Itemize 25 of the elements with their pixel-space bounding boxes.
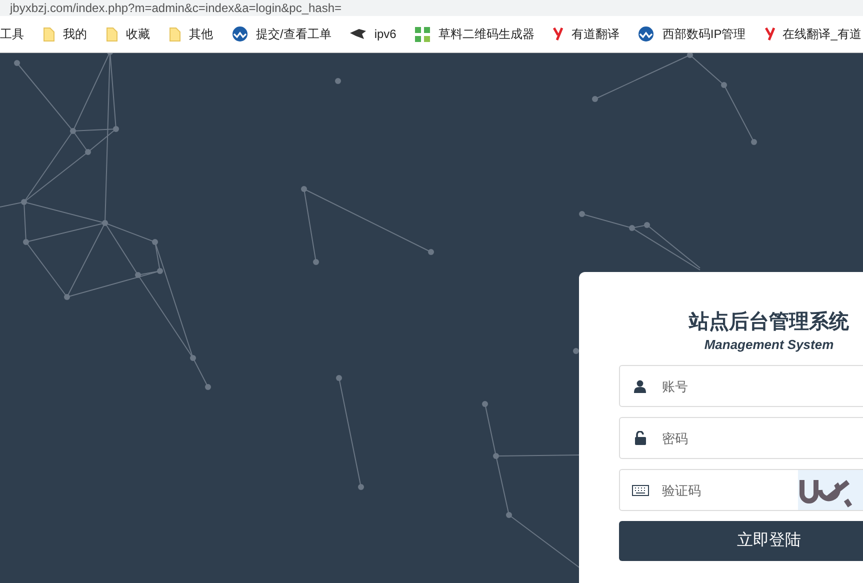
folder-icon: [43, 26, 55, 42]
y-logo-icon: [764, 27, 775, 41]
bookmark-item[interactable]: 有道翻译: [553, 25, 620, 43]
bookmark-item[interactable]: 工具: [0, 25, 24, 43]
bookmark-item[interactable]: 西部数码IP管理: [638, 25, 746, 43]
bookmark-item[interactable]: 提交/查看工单: [232, 25, 332, 43]
bookmark-item[interactable]: 我的: [43, 25, 87, 43]
folder-icon: [106, 26, 118, 42]
bookmark-item[interactable]: ipv6: [350, 25, 396, 43]
grid-icon: [415, 26, 430, 42]
bookmark-item[interactable]: 草料二维码生成器: [415, 25, 534, 43]
keyboard-icon: [632, 484, 648, 496]
input-field[interactable]: 密码: [619, 417, 863, 459]
login-subtitle: Management System: [703, 336, 835, 354]
bookmark-item[interactable]: 其他: [169, 25, 213, 43]
y-logo-icon: [553, 27, 564, 41]
login-button[interactable]: 立即登陆: [619, 521, 863, 561]
wing-icon: [350, 29, 366, 39]
login-title: 站点后台管理系统: [687, 310, 850, 335]
unlocked-padlock-icon: [634, 431, 646, 445]
input-field[interactable]: 账号: [619, 365, 863, 407]
bookmark-item[interactable]: 在线翻译_有道: [764, 25, 862, 43]
folder-icon: [169, 26, 181, 42]
user-icon: [634, 380, 646, 392]
bookmark-item[interactable]: 收藏: [106, 25, 150, 43]
